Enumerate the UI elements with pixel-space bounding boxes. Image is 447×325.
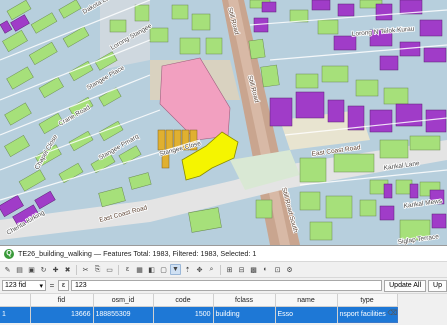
column-header-fclass[interactable]: fclass bbox=[213, 294, 276, 307]
cell-fid[interactable]: 13666 bbox=[30, 306, 94, 323]
attribute-table-toolbar: ✎ ▤ ▣ ↻ ✚ ✖ ✂ ⎘ ▭ ε ▦ ◧ ▢ ▼ ⇡ ✥ ⌕ ⊞ ⊟ ▩ … bbox=[0, 262, 447, 278]
delete-field-icon[interactable]: ⊟ bbox=[236, 264, 247, 275]
attribute-table-titlebar: Q TE26_building_walking — Features Total… bbox=[0, 246, 447, 262]
toggle-editing-icon[interactable]: ✎ bbox=[2, 264, 13, 275]
multi-edit-icon[interactable]: ▤ bbox=[14, 264, 25, 275]
qgis-logo-icon: Q bbox=[4, 248, 14, 259]
field-calculator-bar: 123 fid ▾ = ε 123 Update All Up bbox=[0, 278, 447, 294]
column-header-name[interactable]: name bbox=[275, 294, 338, 307]
toolbar-separator bbox=[220, 264, 221, 275]
column-header-code[interactable]: code bbox=[153, 294, 214, 307]
row-number[interactable]: 1 bbox=[0, 306, 31, 323]
cell-type-editor[interactable]: nsport facilities ⌫ bbox=[336, 306, 398, 323]
field-calculator-icon[interactable]: ▩ bbox=[248, 264, 259, 275]
attribute-table-window: Q TE26_building_walking — Features Total… bbox=[0, 245, 447, 325]
cell-code[interactable]: 1500 bbox=[153, 306, 214, 323]
expression-input[interactable]: 123 bbox=[71, 280, 383, 291]
save-edits-icon[interactable]: ▣ bbox=[26, 264, 37, 275]
column-header-type[interactable]: type bbox=[337, 294, 398, 307]
toolbar-separator bbox=[76, 264, 77, 275]
cell-type-value: nsport facilities bbox=[339, 311, 386, 318]
table-row[interactable]: 1 13666 188855309 1500 building Esso nsp… bbox=[0, 306, 398, 323]
update-selected-button[interactable]: Up bbox=[428, 279, 447, 292]
select-by-expression-icon[interactable]: ε bbox=[122, 264, 133, 275]
copy-icon[interactable]: ⎘ bbox=[92, 264, 103, 275]
corner-header[interactable] bbox=[0, 294, 31, 307]
cell-name[interactable]: Esso bbox=[275, 306, 338, 323]
expression-builder-icon[interactable]: ε bbox=[58, 280, 69, 291]
equals-sign: = bbox=[49, 281, 55, 290]
reload-icon[interactable]: ↻ bbox=[38, 264, 49, 275]
cell-osm-id[interactable]: 188855309 bbox=[93, 306, 154, 323]
update-all-button[interactable]: Update All bbox=[384, 279, 427, 292]
column-header-fid[interactable]: fid bbox=[30, 294, 94, 307]
add-feature-icon[interactable]: ✚ bbox=[50, 264, 61, 275]
toolbar-separator bbox=[118, 264, 119, 275]
field-selector-value: 123 fid bbox=[5, 282, 27, 289]
move-selection-to-top-icon[interactable]: ⇡ bbox=[182, 264, 193, 275]
field-selector[interactable]: 123 fid ▾ bbox=[2, 280, 46, 291]
actions-icon[interactable]: ⚙ bbox=[284, 264, 295, 275]
table-header-row: fid osm_id code fclass name type bbox=[0, 294, 398, 307]
clear-field-icon[interactable]: ⌫ bbox=[388, 310, 397, 318]
paste-icon[interactable]: ▭ bbox=[104, 264, 115, 275]
select-all-icon[interactable]: ▦ bbox=[134, 264, 145, 275]
filter-selected-icon[interactable]: ▼ bbox=[170, 264, 181, 275]
attribute-table-title: TE26_building_walking — Features Total: … bbox=[18, 249, 257, 258]
zoom-to-selected-icon[interactable]: ⌕ bbox=[206, 264, 217, 275]
new-field-icon[interactable]: ⊞ bbox=[224, 264, 235, 275]
pan-to-selected-icon[interactable]: ✥ bbox=[194, 264, 205, 275]
conditional-formatting-icon[interactable]: ◐ bbox=[260, 264, 271, 275]
delete-feature-icon[interactable]: ✖ bbox=[62, 264, 73, 275]
column-header-osm-id[interactable]: osm_id bbox=[93, 294, 154, 307]
attribute-table-grid: fid osm_id code fclass name type 1 13666… bbox=[0, 294, 398, 323]
invert-selection-icon[interactable]: ◧ bbox=[146, 264, 157, 275]
dock-icon[interactable]: ⊡ bbox=[272, 264, 283, 275]
chevron-down-icon: ▾ bbox=[39, 282, 43, 290]
cell-fclass[interactable]: building bbox=[213, 306, 276, 323]
map-canvas[interactable]: Dakota Lane Lorong N Telok Kurau Lorong … bbox=[0, 0, 447, 245]
cut-icon[interactable]: ✂ bbox=[80, 264, 91, 275]
deselect-icon[interactable]: ▢ bbox=[158, 264, 169, 275]
